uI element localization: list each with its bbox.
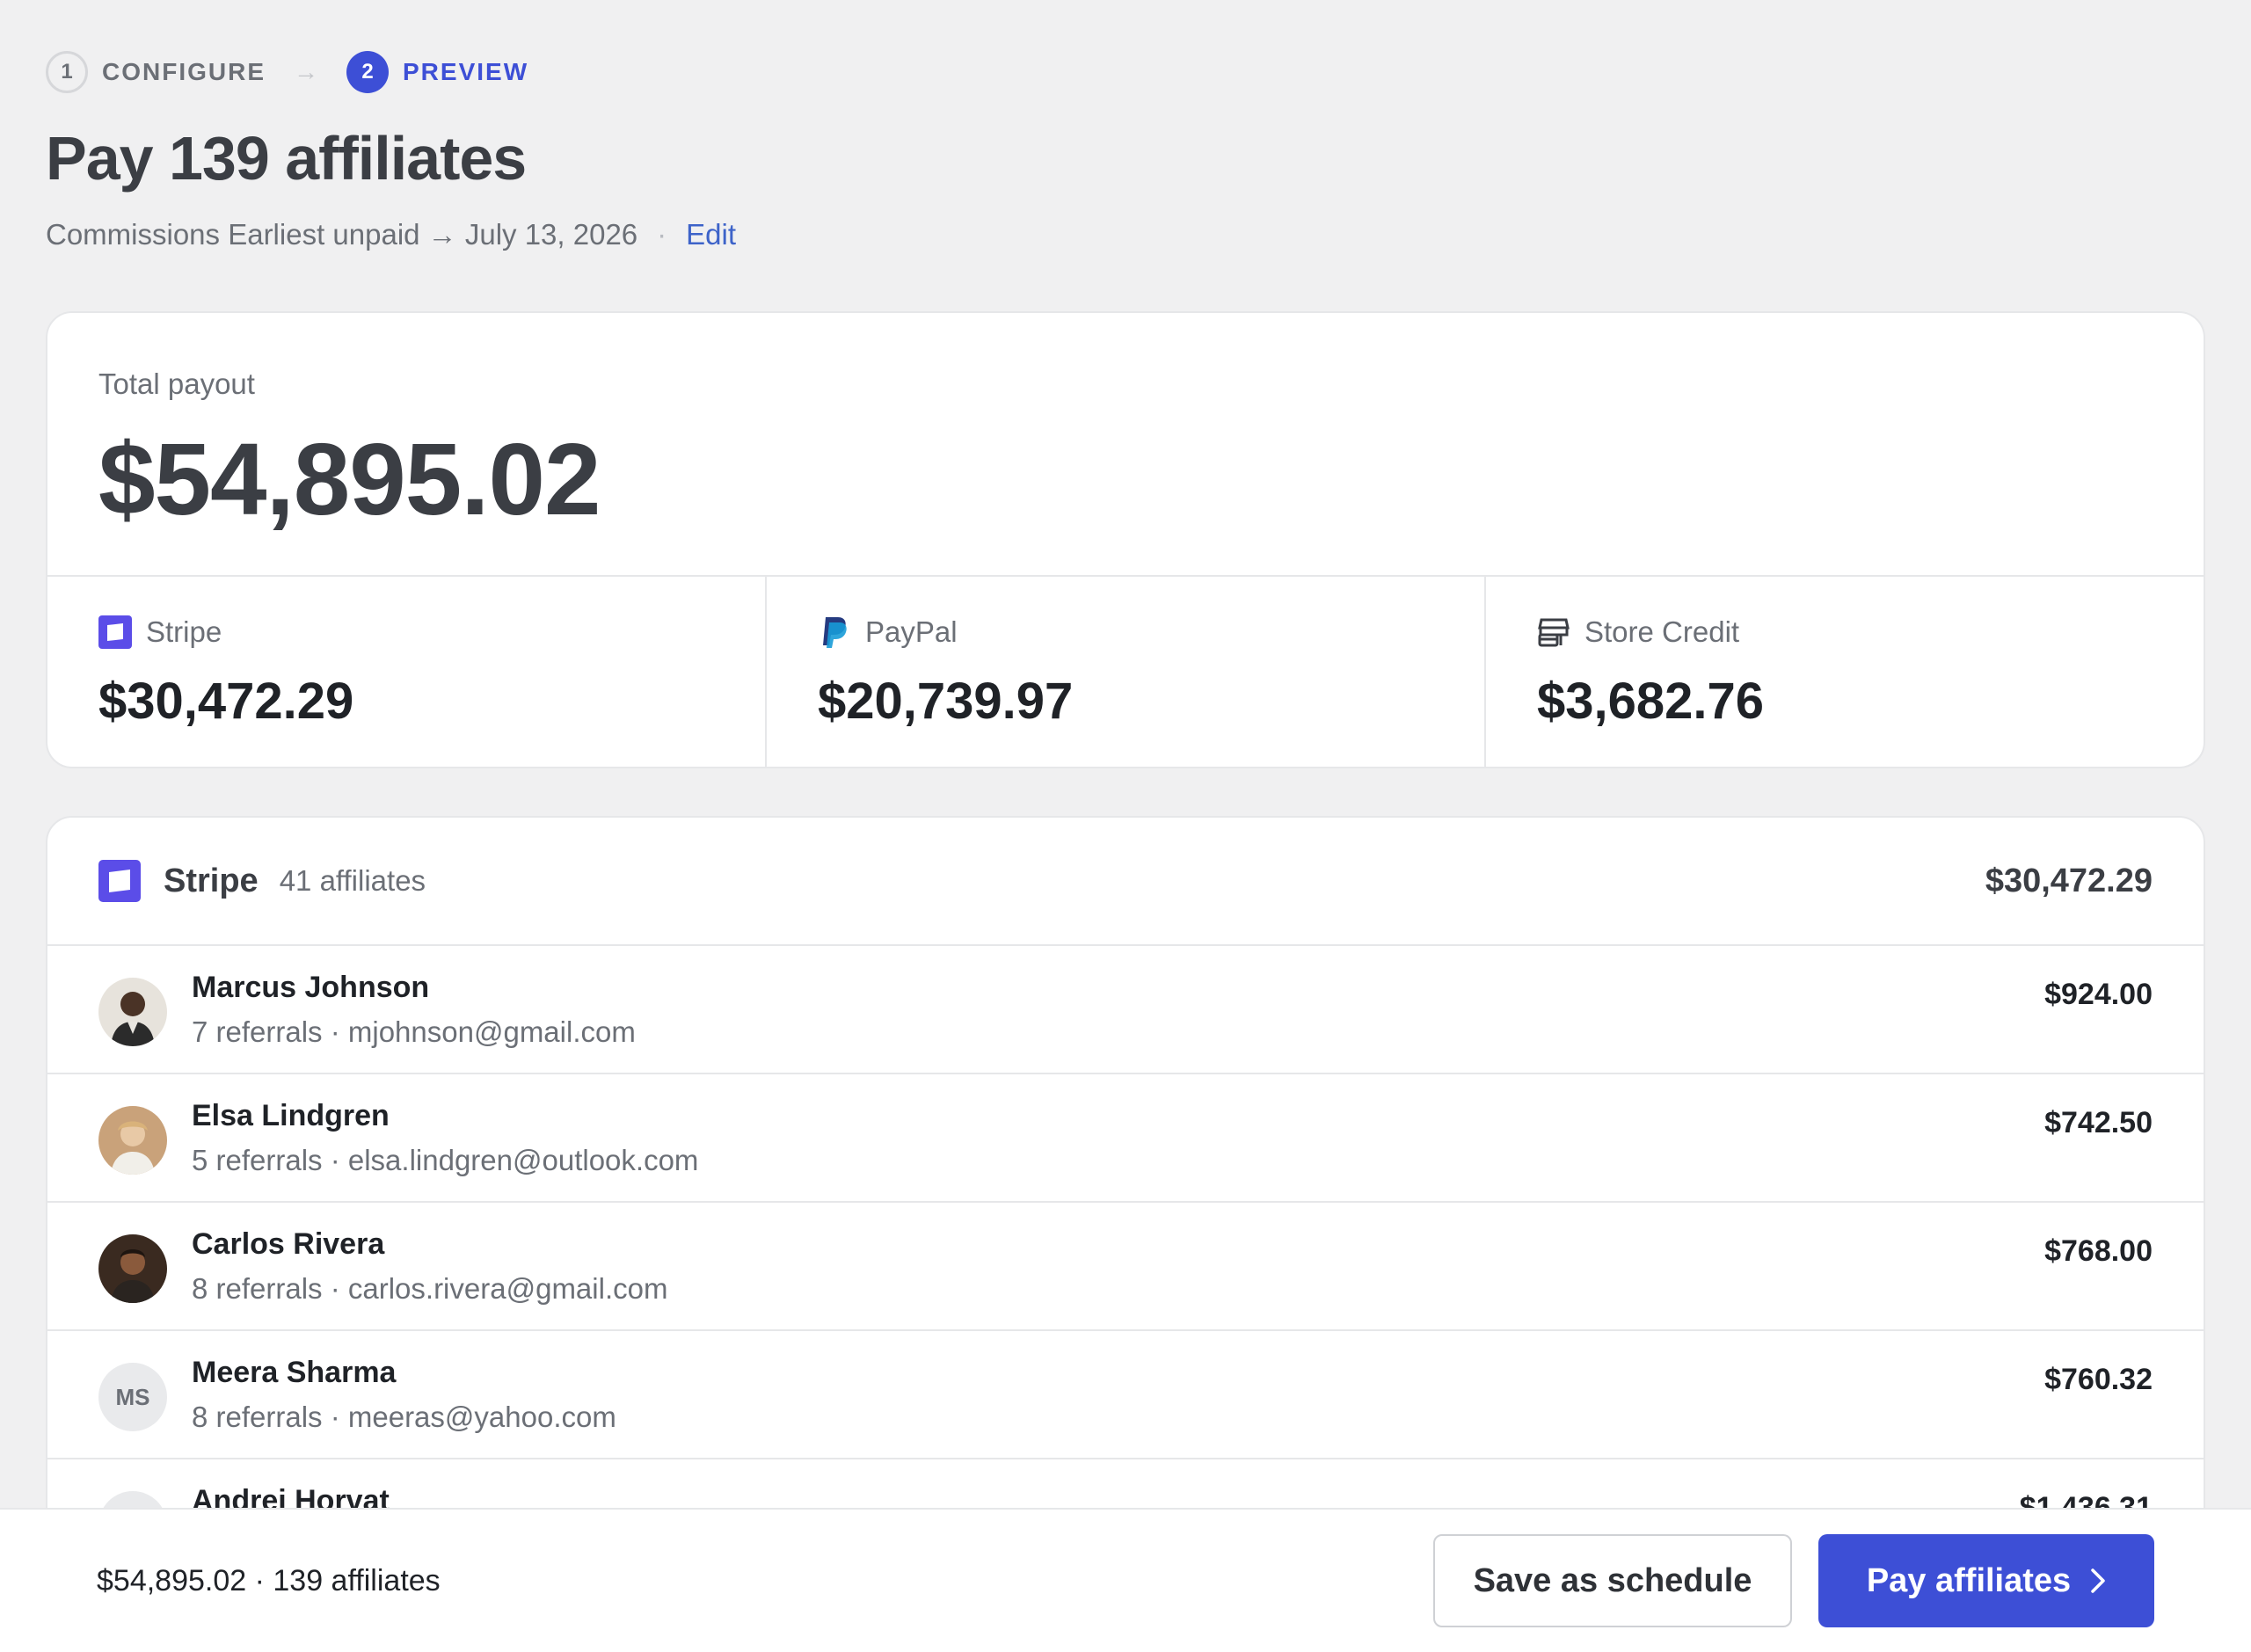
affiliate-name: Meera Sharma xyxy=(192,1356,397,1389)
action-footer: $54,895.02 · 139 affiliates Save as sche… xyxy=(0,1508,2251,1652)
table-row[interactable]: MS Meera Sharma 8 referrals · meeras@yah… xyxy=(47,1331,2204,1459)
pay-affiliates-button[interactable]: Pay affiliates xyxy=(1818,1534,2154,1627)
stripe-icon xyxy=(98,615,132,649)
stripe-icon xyxy=(98,860,141,902)
step-label: CONFIGURE xyxy=(102,58,266,85)
pay-affiliates-label: Pay affiliates xyxy=(1866,1561,2072,1599)
affiliate-meta: 8 referrals · carlos.rivera@gmail.com xyxy=(192,1272,668,1305)
method-store-credit: Store Credit $3,682.76 xyxy=(1486,577,2204,767)
list-title: Stripe xyxy=(164,862,259,899)
affiliate-name: Carlos Rivera xyxy=(192,1227,385,1261)
avatar xyxy=(98,1106,167,1175)
affiliate-count: 41 affiliates xyxy=(279,864,426,897)
step-number: 1 xyxy=(46,51,88,93)
payout-amount: $768.00 xyxy=(2044,1234,2153,1268)
footer-summary: $54,895.02 · 139 affiliates xyxy=(97,1563,441,1597)
list-header[interactable]: Stripe 41 affiliates $30,472.29 xyxy=(47,818,2204,946)
avatar xyxy=(98,978,167,1046)
list-total: $30,472.29 xyxy=(1985,862,2153,899)
chevron-right-icon xyxy=(2090,1568,2106,1594)
edit-link[interactable]: Edit xyxy=(686,218,736,251)
table-row[interactable]: Elsa Lindgren 5 referrals · elsa.lindgre… xyxy=(47,1074,2204,1203)
payout-preview-page: 1 CONFIGURE → 2 PREVIEW Pay 139 affiliat… xyxy=(0,0,2251,1652)
page-title: Pay 139 affiliates xyxy=(46,124,527,193)
method-name: PayPal xyxy=(865,615,958,648)
affiliate-name: Marcus Johnson xyxy=(192,971,430,1004)
table-row[interactable]: Marcus Johnson 7 referrals · mjohnson@gm… xyxy=(47,946,2204,1074)
step-number: 2 xyxy=(346,51,389,93)
payout-amount: $924.00 xyxy=(2044,978,2153,1011)
method-amount: $3,682.76 xyxy=(1537,673,1765,730)
total-payout-value: $54,895.02 xyxy=(98,422,601,536)
avatar: MS xyxy=(98,1363,167,1431)
payout-methods: Stripe $30,472.29 PayPal $20,739.97 Stor… xyxy=(47,577,2204,767)
stepper: 1 CONFIGURE → 2 PREVIEW xyxy=(46,49,528,95)
step-preview: 2 PREVIEW xyxy=(346,51,528,93)
paypal-icon xyxy=(818,615,851,649)
affiliate-meta: 8 referrals · meeras@yahoo.com xyxy=(192,1401,616,1433)
total-payout: Total payout $54,895.02 xyxy=(47,313,2204,577)
step-label: PREVIEW xyxy=(403,58,529,85)
method-stripe: Stripe $30,472.29 xyxy=(47,577,767,767)
payout-amount: $760.32 xyxy=(2044,1363,2153,1396)
table-row[interactable]: Carlos Rivera 8 referrals · carlos.river… xyxy=(47,1203,2204,1331)
save-as-schedule-button[interactable]: Save as schedule xyxy=(1433,1534,1792,1627)
method-amount: $30,472.29 xyxy=(98,673,354,730)
payout-amount: $742.50 xyxy=(2044,1106,2153,1139)
store-credit-icon xyxy=(1537,615,1570,649)
avatar xyxy=(98,1234,167,1303)
range-text: Commissions Earliest unpaid → July 13, 2… xyxy=(46,218,638,251)
separator: · xyxy=(657,218,667,251)
method-name: Stripe xyxy=(146,615,222,648)
method-amount: $20,739.97 xyxy=(818,673,1074,730)
affiliate-meta: 7 referrals · mjohnson@gmail.com xyxy=(192,1015,636,1048)
arrow-right-icon: → xyxy=(294,58,318,85)
total-payout-label: Total payout xyxy=(98,368,255,400)
method-paypal: PayPal $20,739.97 xyxy=(767,577,1486,767)
affiliate-meta: 5 referrals · elsa.lindgren@outlook.com xyxy=(192,1144,699,1176)
commission-range: Commissions Earliest unpaid → July 13, 2… xyxy=(46,218,736,251)
affiliate-name: Elsa Lindgren xyxy=(192,1099,390,1132)
step-configure[interactable]: 1 CONFIGURE xyxy=(46,51,266,93)
method-name: Store Credit xyxy=(1584,615,1740,648)
payout-summary-card: Total payout $54,895.02 Stripe $30,472.2… xyxy=(46,311,2205,768)
